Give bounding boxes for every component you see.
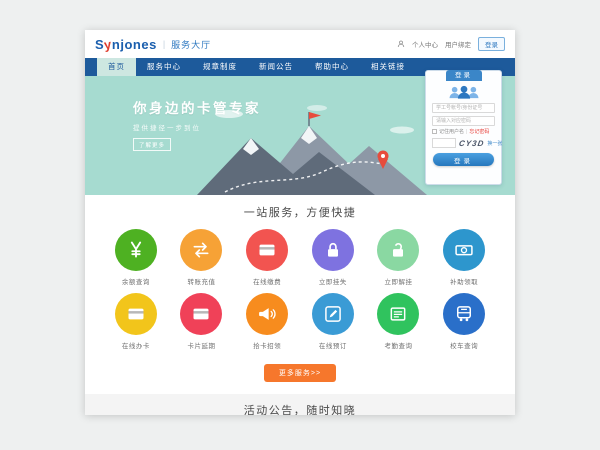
service-item-9[interactable]: 在线预订	[300, 293, 366, 350]
service-item-7[interactable]: 卡片延期	[169, 293, 235, 350]
service-label: 补助领取	[431, 276, 497, 286]
service-item-2[interactable]: 在线缴费	[234, 229, 300, 286]
service-item-8[interactable]: 拾卡招领	[234, 293, 300, 350]
remember-label: 记住用户名	[439, 128, 464, 135]
hero-cta-button[interactable]: 了解更多	[133, 138, 171, 151]
unlock-icon	[377, 229, 419, 271]
service-label: 在线缴费	[234, 276, 300, 286]
service-item-4[interactable]: 立即解挂	[366, 229, 432, 286]
captcha-refresh-link[interactable]: 换一张	[487, 140, 502, 147]
personal-center-link[interactable]: 个人中心	[412, 39, 438, 49]
service-item-11[interactable]: 校车查询	[431, 293, 497, 350]
nav-item-1[interactable]: 服务中心	[136, 58, 192, 76]
service-label: 考勤查询	[366, 340, 432, 350]
nav-item-0[interactable]: 首页	[97, 58, 136, 76]
nav-items: 首页服务中心规章制度新闻公告帮助中心相关链接	[97, 58, 416, 76]
service-label: 立即解挂	[366, 276, 432, 286]
card-icon	[115, 293, 157, 335]
service-item-6[interactable]: 在线办卡	[103, 293, 169, 350]
nav-item-5[interactable]: 相关链接	[360, 58, 416, 76]
edit-icon	[312, 293, 354, 335]
service-label: 转账充值	[169, 276, 235, 286]
services-section: 一站服务，方便快捷 余额查询转账充值在线缴费立即挂失立即解挂补助领取在线办卡卡片…	[85, 195, 515, 382]
login-submit-button[interactable]: 登录	[433, 153, 494, 166]
service-label: 卡片延期	[169, 340, 235, 350]
more-services-button[interactable]: 更多服务>>	[264, 364, 336, 382]
app-title: 服务大厅	[171, 38, 211, 51]
login-tab[interactable]: 登录	[446, 70, 482, 81]
services-title: 一站服务，方便快捷	[85, 204, 515, 220]
login-panel: 登录 记住用户名 | 忘记密码 CY3D 换一张 登录	[425, 70, 502, 185]
nav-item-3[interactable]: 新闻公告	[248, 58, 304, 76]
service-label: 校车查询	[431, 340, 497, 350]
announcements-title: 活动公告，随时知晓	[93, 402, 507, 415]
service-label: 立即挂失	[300, 276, 366, 286]
brand-logo[interactable]: Synjones	[95, 37, 157, 52]
username-input[interactable]	[432, 103, 495, 113]
service-item-0[interactable]: 余额查询	[103, 229, 169, 286]
user-bind-link[interactable]: 用户绑定	[445, 39, 471, 49]
remember-checkbox[interactable]	[432, 129, 437, 134]
lock-icon	[312, 229, 354, 271]
forgot-password-link[interactable]: 忘记密码	[469, 128, 489, 135]
service-label: 拾卡招领	[234, 340, 300, 350]
captcha-image[interactable]: CY3D	[458, 139, 485, 148]
users-avatar-icon	[447, 85, 481, 100]
services-grid: 余额查询转账充值在线缴费立即挂失立即解挂补助领取在线办卡卡片延期拾卡招领在线预订…	[103, 229, 497, 350]
service-item-3[interactable]: 立即挂失	[300, 229, 366, 286]
service-label: 余额查询	[103, 276, 169, 286]
logo-suffix: njones	[112, 37, 157, 52]
nav-item-2[interactable]: 规章制度	[192, 58, 248, 76]
list-icon	[377, 293, 419, 335]
banknote-icon	[443, 229, 485, 271]
service-item-1[interactable]: 转账充值	[169, 229, 235, 286]
service-item-10[interactable]: 考勤查询	[366, 293, 432, 350]
nav-item-4[interactable]: 帮助中心	[304, 58, 360, 76]
service-label: 在线预订	[300, 340, 366, 350]
header-divider: |	[163, 39, 165, 49]
service-label: 在线办卡	[103, 340, 169, 350]
transfer-icon	[180, 229, 222, 271]
yen-icon	[115, 229, 157, 271]
header: Synjones | 服务大厅 个人中心 用户绑定 登录	[85, 30, 515, 58]
announcements-section: 活动公告，随时知晓 使用指南最新公告更多>>使用指南更多>>	[85, 394, 515, 415]
page-card: Synjones | 服务大厅 个人中心 用户绑定 登录 首页服务中心规章制度新…	[85, 30, 515, 415]
header-login-button[interactable]: 登录	[478, 37, 505, 51]
megaphone-icon	[246, 293, 288, 335]
mountain-illustration	[197, 104, 427, 195]
bus-icon	[443, 293, 485, 335]
password-input[interactable]	[432, 116, 495, 126]
card-icon	[246, 229, 288, 271]
service-item-5[interactable]: 补助领取	[431, 229, 497, 286]
person-icon	[397, 40, 405, 48]
captcha-input[interactable]	[432, 138, 456, 148]
options-separator: |	[466, 129, 467, 135]
card-icon	[180, 293, 222, 335]
